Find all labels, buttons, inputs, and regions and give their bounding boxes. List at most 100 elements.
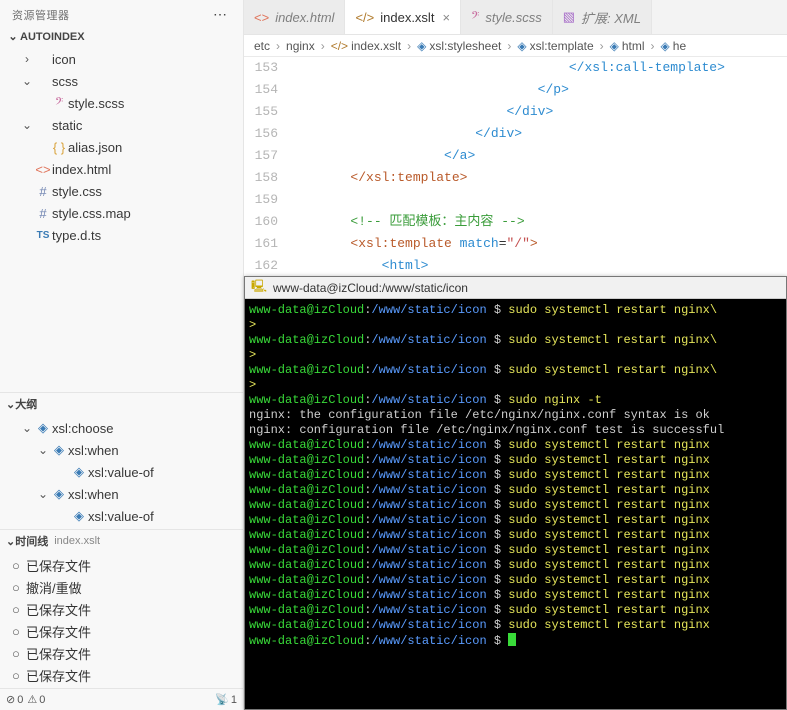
breadcrumb-item[interactable]: </> index.xslt [331, 39, 401, 53]
tab-index-html[interactable]: <>index.html [244, 0, 345, 34]
outline-tree: ⌄◈xsl:choose⌄◈xsl:when◈xsl:value-of⌄◈xsl… [0, 415, 243, 529]
symbol-icon: ◈ [70, 508, 88, 524]
timeline-item[interactable]: ○已保存文件 [0, 620, 243, 642]
tab-label: style.scss [485, 10, 541, 25]
outline-item[interactable]: ◈xsl:value-of [0, 505, 243, 527]
timeline-title: 时间线 [15, 533, 48, 549]
file-label: scss [52, 74, 78, 89]
separator-icon: › [321, 39, 325, 53]
outline-item[interactable]: ⌄◈xsl:when [0, 483, 243, 505]
tab-icon: 𝄢 [471, 9, 479, 25]
editor-area: <>index.html</>index.xslt×𝄢style.scss▧扩展… [244, 0, 787, 710]
chevron-down-icon: ⌄ [6, 30, 20, 43]
timeline-list: ○已保存文件○撤消/重做○已保存文件○已保存文件○已保存文件○已保存文件 [0, 552, 243, 688]
circle-icon: ○ [12, 558, 26, 573]
tab-icon: <> [254, 10, 269, 25]
timeline-label: 已保存文件 [26, 644, 91, 663]
sidebar: 资源管理器 ⋯ ⌄ AUTOINDEX › icon ⌄ scss 𝄢style.scs… [0, 0, 244, 710]
folder-item[interactable]: › icon [0, 48, 243, 70]
breadcrumb-item[interactable]: nginx [286, 39, 315, 53]
breadcrumb-label: xsl:stylesheet [429, 39, 501, 53]
terminal-body[interactable]: www-data@izCloud:/www/static/icon $ sudo… [245, 299, 786, 709]
outline-item[interactable]: ⌄◈xsl:when [0, 439, 243, 461]
outline-item[interactable]: ⌄◈xsl:choose [0, 417, 243, 439]
folder-item[interactable]: ⌄static [0, 114, 243, 136]
file-icon: { } [50, 140, 68, 155]
tabbar: <>index.html</>index.xslt×𝄢style.scss▧扩展… [244, 0, 787, 35]
timeline-item[interactable]: ○已保存文件 [0, 664, 243, 686]
file-item[interactable]: #style.css.map [0, 202, 243, 224]
file-item[interactable]: 𝄢style.scss [0, 92, 243, 114]
breadcrumb-item[interactable]: ◈ html [610, 39, 645, 53]
timeline-header[interactable]: ⌄ 时间线 index.xslt [0, 529, 243, 552]
chevron-icon: › [20, 52, 34, 66]
outline-label: xsl:choose [52, 421, 113, 436]
terminal-icon: 🖳 [251, 277, 267, 298]
separator-icon: › [407, 39, 411, 53]
file-item[interactable]: TStype.d.ts [0, 224, 243, 246]
outline-header[interactable]: ⌄ 大纲 [0, 393, 243, 415]
tab-----XML[interactable]: ▧ 扩展: XML [553, 0, 652, 34]
close-icon[interactable]: × [442, 10, 450, 25]
tab-index-xslt[interactable]: </>index.xslt× [345, 0, 461, 34]
file-label: index.html [52, 162, 111, 177]
file-item[interactable]: { }alias.json [0, 136, 243, 158]
breadcrumb-item[interactable]: ◈ xsl:template [517, 39, 593, 53]
circle-icon: ○ [12, 624, 26, 639]
project-name: AUTOINDEX [20, 31, 85, 43]
breadcrumb-label: nginx [286, 39, 315, 53]
file-icon: 𝄢 [50, 95, 68, 111]
errors-icon[interactable]: ⊘0 [6, 693, 23, 706]
outline-title: 大纲 [15, 396, 37, 412]
chevron-icon: ⌄ [20, 421, 34, 435]
more-actions-icon[interactable]: ⋯ [209, 6, 231, 23]
breadcrumb-item[interactable]: etc [254, 39, 270, 53]
breadcrumb-item[interactable]: ◈ he [661, 39, 687, 53]
file-icon: TS [34, 230, 52, 241]
timeline-filename: index.xslt [54, 535, 100, 547]
tab-label: 扩展: XML [581, 8, 641, 27]
file-item[interactable]: <>index.html [0, 158, 243, 180]
symbol-icon: ◈ [50, 486, 68, 502]
tab-style-scss[interactable]: 𝄢 style.scss [461, 0, 553, 34]
file-icon: # [34, 206, 52, 221]
file-item[interactable]: #style.css [0, 180, 243, 202]
file-label: style.scss [68, 96, 124, 111]
file-label: alias.json [68, 140, 122, 155]
tab-label: index.xslt [380, 10, 434, 25]
breadcrumb[interactable]: etc › nginx › </> index.xslt › ◈ xsl:styleshee… [244, 35, 787, 57]
file-icon: <> [34, 162, 52, 177]
timeline-item[interactable]: ○撤消/重做 [0, 576, 243, 598]
circle-icon: ○ [12, 668, 26, 683]
breadcrumb-label: index.xslt [351, 39, 401, 53]
symbol-icon: ◈ [34, 420, 52, 436]
chevron-icon: ⌄ [36, 443, 50, 457]
port-icon[interactable]: 📡1 [215, 693, 237, 706]
tab-icon: ▧ [563, 9, 575, 25]
file-icon: # [34, 184, 52, 199]
outline-item[interactable]: ◈xsl:value-of [0, 461, 243, 483]
warnings-icon[interactable]: ⚠0 [27, 693, 45, 706]
timeline-label: 撤消/重做 [26, 578, 82, 597]
terminal-titlebar[interactable]: 🖳 www-data@izCloud:/www/static/icon [245, 277, 786, 299]
chevron-down-icon: ⌄ [6, 535, 15, 548]
folder-item[interactable]: ⌄ scss [0, 70, 243, 92]
chevron-icon: ⌄ [20, 118, 34, 132]
timeline-item[interactable]: ○已保存文件 [0, 598, 243, 620]
file-label: icon [52, 52, 76, 67]
terminal-window[interactable]: 🖳 www-data@izCloud:/www/static/icon www-… [244, 276, 787, 710]
project-header[interactable]: ⌄ AUTOINDEX [0, 27, 243, 46]
circle-icon: ○ [12, 602, 26, 617]
timeline-item[interactable]: ○已保存文件 [0, 554, 243, 576]
chevron-icon: ⌄ [20, 74, 34, 88]
explorer-title: 资源管理器 [12, 7, 70, 23]
circle-icon: ○ [12, 580, 26, 595]
separator-icon: › [276, 39, 280, 53]
symbol-icon: ◈ [50, 442, 68, 458]
breadcrumb-label: he [673, 39, 686, 53]
separator-icon: › [651, 39, 655, 53]
breadcrumb-item[interactable]: ◈ xsl:stylesheet [417, 39, 501, 53]
circle-icon: ○ [12, 646, 26, 661]
timeline-label: 已保存文件 [26, 556, 91, 575]
timeline-item[interactable]: ○已保存文件 [0, 642, 243, 664]
